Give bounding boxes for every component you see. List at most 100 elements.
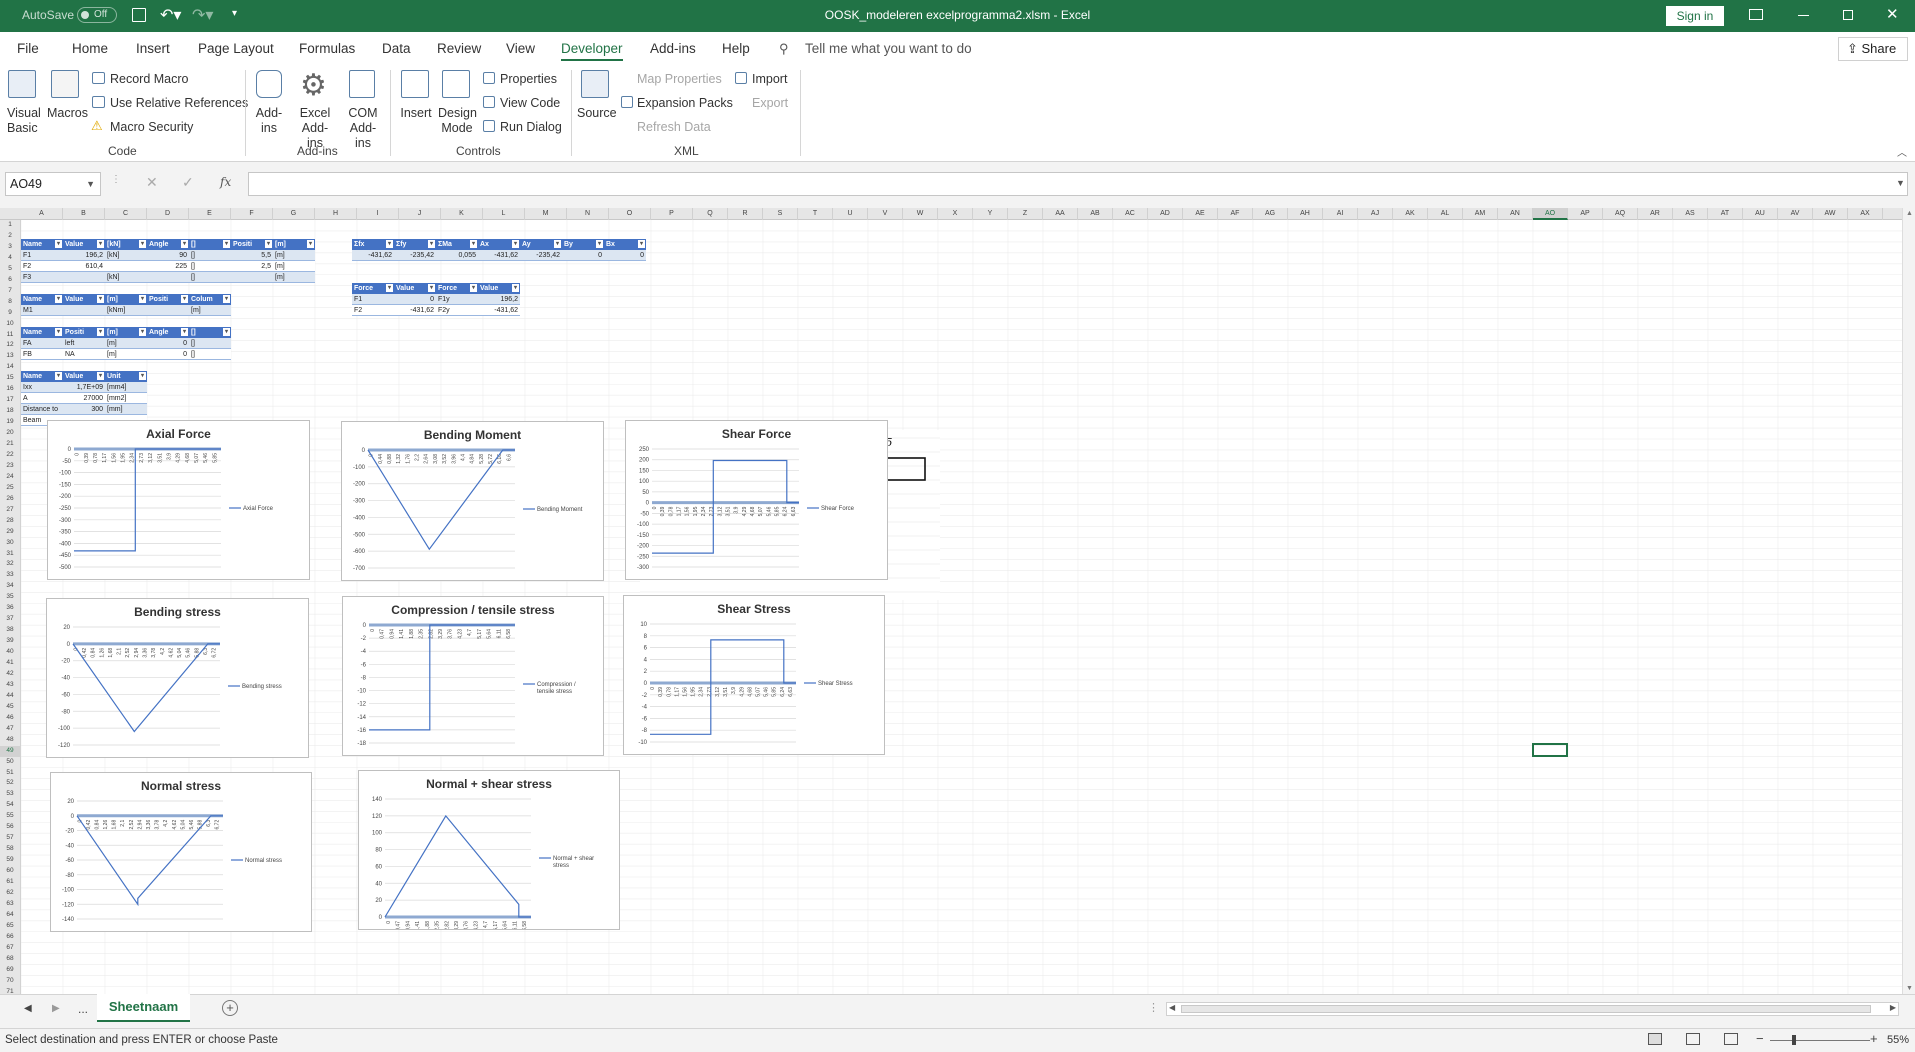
tab-add-ins[interactable]: Add-ins: [650, 41, 696, 56]
view-code-button[interactable]: View Code: [500, 96, 560, 110]
table-cell[interactable]: -235,42: [394, 249, 436, 261]
tab-page-layout[interactable]: Page Layout: [198, 41, 274, 56]
formula-input[interactable]: [248, 172, 1908, 196]
table-header-cell[interactable]: Value ▾: [63, 371, 105, 382]
minimize-icon[interactable]: [1798, 15, 1809, 16]
table-header-cell[interactable]: [m] ▾: [105, 294, 147, 305]
filter-dropdown-icon[interactable]: ▾: [265, 240, 272, 248]
table-cell[interactable]: 27000: [63, 392, 105, 404]
table-cell[interactable]: 196,2: [478, 293, 520, 305]
cancel-formula-icon[interactable]: ✕: [146, 174, 158, 191]
table-cell[interactable]: []: [189, 337, 231, 349]
table-cell[interactable]: A: [21, 392, 63, 404]
tab-home[interactable]: Home: [72, 41, 108, 56]
more-tabs-icon[interactable]: ...: [78, 1002, 88, 1016]
table-cell[interactable]: 0: [604, 249, 646, 261]
export-button[interactable]: Export: [752, 96, 788, 110]
visual-basic-button[interactable]: Visual Basic: [7, 106, 41, 136]
table-header-cell[interactable]: Bx ▾: [604, 239, 646, 250]
table-cell[interactable]: FA: [21, 337, 63, 349]
table-cell[interactable]: 300: [63, 403, 105, 415]
table-cell[interactable]: 0: [394, 293, 436, 305]
table-cell[interactable]: 0: [147, 348, 189, 360]
horizontal-scrollbar[interactable]: ◀ ▶: [1166, 1002, 1899, 1016]
filter-dropdown-icon[interactable]: ▾: [223, 328, 230, 336]
table-header-cell[interactable]: Positi ▾: [63, 327, 105, 338]
tab-data[interactable]: Data: [382, 41, 411, 56]
filter-dropdown-icon[interactable]: ▾: [638, 240, 645, 248]
chart-axial-force[interactable]: Axial Force 0 -50 -100 -150 -200 -250 -300 -350 -…: [47, 420, 310, 580]
table-cell[interactable]: []: [189, 271, 231, 283]
table-cell[interactable]: [63, 271, 105, 283]
filter-dropdown-icon[interactable]: ▾: [470, 284, 477, 292]
enter-formula-icon[interactable]: ✓: [182, 174, 194, 191]
filter-dropdown-icon[interactable]: ▾: [554, 240, 561, 248]
table-header-cell[interactable]: Name ▾: [21, 371, 63, 382]
table-cell[interactable]: NA: [63, 348, 105, 360]
customize-qat-icon[interactable]: ▾: [232, 8, 237, 19]
normal-view-icon[interactable]: [1648, 1033, 1662, 1045]
table-cell[interactable]: 5,5: [231, 249, 273, 261]
redo-icon[interactable]: ↷▾: [192, 5, 213, 25]
table-cell[interactable]: 0: [562, 249, 604, 261]
table-header-cell[interactable]: Value ▾: [478, 283, 520, 294]
table-cell[interactable]: 610,4: [63, 260, 105, 272]
filter-dropdown-icon[interactable]: ▾: [223, 295, 230, 303]
expansion-packs-button[interactable]: Expansion Packs: [637, 96, 733, 110]
zoom-slider-thumb[interactable]: [1792, 1035, 1796, 1045]
save-icon[interactable]: [132, 8, 146, 22]
table-header-cell[interactable]: By ▾: [562, 239, 604, 250]
filter-dropdown-icon[interactable]: ▾: [428, 240, 435, 248]
macros-button[interactable]: Macros: [47, 106, 88, 121]
table-cell[interactable]: [147, 304, 189, 316]
table-cell[interactable]: -431,62: [352, 249, 394, 261]
table-header-cell[interactable]: [m] ▾: [105, 327, 147, 338]
table-cell[interactable]: 225: [147, 260, 189, 272]
table-cell[interactable]: [231, 271, 273, 283]
table-header-cell[interactable]: [m] ▾: [273, 239, 315, 250]
table-cell[interactable]: [105, 260, 147, 272]
ribbon-display-icon[interactable]: [1749, 9, 1763, 20]
tab-help[interactable]: Help: [722, 41, 750, 56]
table-header-cell[interactable]: [] ▾: [189, 239, 231, 250]
table-cell[interactable]: F3: [21, 271, 63, 283]
chart-compression-tensile-stress[interactable]: Compression / tensile stress 0 -2 -4 -6 -8 -10…: [342, 596, 604, 756]
scroll-thumb[interactable]: [1181, 1005, 1871, 1013]
table-cell[interactable]: F1: [21, 249, 63, 261]
table-header-cell[interactable]: Value ▾: [63, 294, 105, 305]
table-cell[interactable]: -431,62: [478, 249, 520, 261]
table-cell[interactable]: [m]: [105, 348, 147, 360]
table-header-cell[interactable]: Positi ▾: [147, 294, 189, 305]
filter-dropdown-icon[interactable]: ▾: [428, 284, 435, 292]
run-dialog-button[interactable]: Run Dialog: [500, 120, 562, 134]
table-cell[interactable]: Distance to: [21, 403, 63, 415]
tell-me-input[interactable]: Tell me what you want to do: [805, 41, 972, 56]
table-cell[interactable]: [m]: [273, 249, 315, 261]
chart-shear-force[interactable]: Shear Force 250 200 150 100 50 0 -50 -100 -150 -20…: [625, 420, 888, 580]
table-cell[interactable]: [mm4]: [105, 381, 147, 393]
design-mode-button[interactable]: Design Mode: [438, 106, 477, 136]
filter-dropdown-icon[interactable]: ▾: [97, 295, 104, 303]
filter-dropdown-icon[interactable]: ▾: [97, 328, 104, 336]
table-cell[interactable]: -431,62: [394, 304, 436, 316]
collapse-ribbon-icon[interactable]: ︿: [1897, 144, 1907, 159]
tab-view[interactable]: View: [506, 41, 535, 56]
autosave-toggle[interactable]: Off: [77, 7, 117, 23]
source-button[interactable]: Source: [577, 106, 617, 121]
scroll-left-icon[interactable]: ◀: [1169, 1003, 1175, 1012]
chart-shear-stress[interactable]: Shear Stress 10 8 6 4 2 0 -2 -4 -6 -8 -10 0 0,39 0,78 1…: [623, 595, 885, 755]
table-cell[interactable]: F2: [21, 260, 63, 272]
table-cell[interactable]: -235,42: [520, 249, 562, 261]
table-cell[interactable]: [mm2]: [105, 392, 147, 404]
table-header-cell[interactable]: Colum ▾: [189, 294, 231, 305]
use-relative-references-button[interactable]: Use Relative References: [110, 96, 248, 110]
table-header-cell[interactable]: Angle ▾: [147, 327, 189, 338]
chart-bending-moment[interactable]: Bending Moment 0 -100 -200 -300 -400 -500 -600 -…: [341, 421, 604, 581]
table-cell[interactable]: 90: [147, 249, 189, 261]
scroll-up-icon[interactable]: ▲: [1906, 210, 1913, 217]
filter-dropdown-icon[interactable]: ▾: [139, 328, 146, 336]
filter-dropdown-icon[interactable]: ▾: [55, 372, 62, 380]
scroll-tabs-right-icon[interactable]: ▶: [52, 1003, 60, 1014]
zoom-in-icon[interactable]: +: [1870, 1031, 1878, 1046]
table-cell[interactable]: []: [189, 348, 231, 360]
